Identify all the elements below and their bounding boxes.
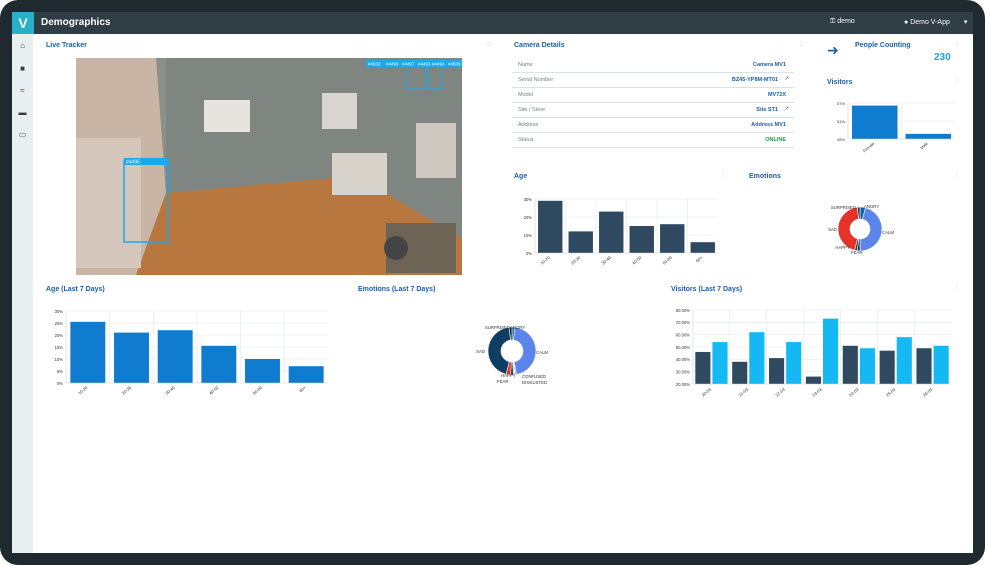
y-tick-label: 30% bbox=[55, 309, 64, 314]
x-tick-label: 40-50 bbox=[208, 385, 220, 396]
y-tick-label: 51% bbox=[837, 119, 845, 124]
x-tick-label: 20-30 bbox=[121, 385, 133, 396]
y-tick-label: 0% bbox=[57, 381, 63, 386]
y-tick-label: 80.00% bbox=[676, 308, 690, 313]
bar bbox=[933, 345, 949, 384]
y-tick-label: 70.00% bbox=[676, 320, 690, 325]
x-tick-label: 30-40 bbox=[164, 385, 176, 396]
bar bbox=[786, 342, 802, 384]
y-tick-label: 50.00% bbox=[676, 345, 690, 350]
y-tick-label: 30.00% bbox=[676, 369, 690, 374]
bar bbox=[690, 242, 715, 253]
x-tick-label: 26-03 bbox=[922, 387, 934, 398]
bar bbox=[695, 351, 711, 384]
x-tick-label: 20-30 bbox=[570, 255, 582, 266]
bar bbox=[712, 342, 728, 384]
x-tick-label: 10-20 bbox=[77, 385, 89, 396]
x-tick-label: 50-60 bbox=[252, 385, 264, 396]
bar bbox=[823, 318, 839, 384]
pie-label: SAD bbox=[476, 349, 485, 354]
y-tick-label: 57% bbox=[837, 101, 845, 106]
pie-label: CALM bbox=[882, 230, 894, 235]
y-tick-label: 40.00% bbox=[676, 357, 690, 362]
bar bbox=[599, 211, 624, 253]
x-tick-label: 21-03 bbox=[738, 387, 750, 398]
x-tick-label: 23-03 bbox=[811, 387, 823, 398]
pie-label: ANGRY bbox=[864, 204, 879, 209]
pie-label: CALM bbox=[536, 350, 548, 355]
device-frame: V Demographics ⚿ demo ● Demo V-App ▾ ⌂ ■… bbox=[0, 0, 985, 565]
x-tick-label: 30-40 bbox=[600, 255, 612, 266]
y-tick-label: 10% bbox=[524, 233, 533, 238]
y-tick-label: 0% bbox=[526, 251, 532, 256]
x-tick-label: 22-03 bbox=[774, 387, 786, 398]
y-tick-label: 20% bbox=[524, 215, 533, 220]
y-tick-label: 20% bbox=[55, 333, 64, 338]
bar bbox=[805, 376, 821, 384]
bar bbox=[852, 105, 898, 139]
y-tick-label: 60.00% bbox=[676, 332, 690, 337]
y-tick-label: 25% bbox=[55, 321, 64, 326]
y-tick-label: 45% bbox=[837, 137, 845, 142]
pie-label: SURPRISED bbox=[831, 205, 856, 210]
pie-slice bbox=[513, 326, 537, 375]
bar bbox=[749, 332, 765, 384]
x-tick-label: 25-03 bbox=[885, 387, 897, 398]
x-tick-label: 50-60 bbox=[661, 255, 673, 266]
y-tick-label: 20.00% bbox=[676, 382, 690, 387]
bar bbox=[538, 200, 563, 253]
bar bbox=[201, 345, 237, 383]
bar bbox=[114, 332, 149, 383]
x-tick-label: Male bbox=[919, 140, 929, 150]
bar bbox=[568, 231, 593, 253]
bar bbox=[157, 330, 193, 383]
charts-layer: 57% 51% 45% Female Male 30% 20% 10% 0% 10-20 20-30… bbox=[55, 101, 955, 398]
pie-label: HAPPY bbox=[501, 373, 516, 378]
bar bbox=[660, 224, 685, 253]
x-tick-label: 24-03 bbox=[848, 387, 860, 398]
x-tick-label: 10-20 bbox=[539, 255, 551, 266]
x-tick-label: 20-03 bbox=[701, 387, 713, 398]
pie-label: ANGRY bbox=[510, 325, 525, 330]
x-tick-label: Female bbox=[862, 140, 876, 153]
bar bbox=[70, 321, 106, 383]
pie-label: DISGUSTED bbox=[522, 380, 547, 385]
y-tick-label: 10% bbox=[55, 357, 64, 362]
y-tick-label: 30% bbox=[524, 197, 533, 202]
x-tick-label: 60+ bbox=[298, 385, 307, 394]
bar bbox=[732, 361, 748, 384]
bar bbox=[859, 348, 875, 384]
bar bbox=[879, 350, 895, 384]
pie-label: CONFUSED bbox=[522, 374, 546, 379]
pie-label: SAD bbox=[828, 227, 837, 232]
pie-label: HAPPY bbox=[835, 245, 850, 250]
pie-slice bbox=[487, 326, 511, 375]
y-tick-label: 5% bbox=[57, 369, 63, 374]
pie-label: SURPRISED bbox=[485, 325, 510, 330]
x-tick-label: 40-50 bbox=[631, 255, 643, 266]
app-screen: V Demographics ⚿ demo ● Demo V-App ▾ ⌂ ■… bbox=[12, 12, 973, 553]
bar bbox=[896, 337, 912, 384]
bar bbox=[629, 226, 654, 253]
bar bbox=[245, 359, 280, 383]
bar bbox=[842, 345, 858, 384]
bar bbox=[769, 358, 785, 384]
pie-label: FEAR bbox=[497, 379, 508, 384]
pie-label: FEAR bbox=[851, 250, 862, 255]
bar bbox=[288, 366, 324, 383]
pie-slice bbox=[837, 206, 860, 251]
x-tick-label: 60+ bbox=[695, 255, 704, 264]
bar bbox=[916, 348, 932, 384]
bar bbox=[905, 133, 951, 139]
y-tick-label: 15% bbox=[55, 345, 64, 350]
